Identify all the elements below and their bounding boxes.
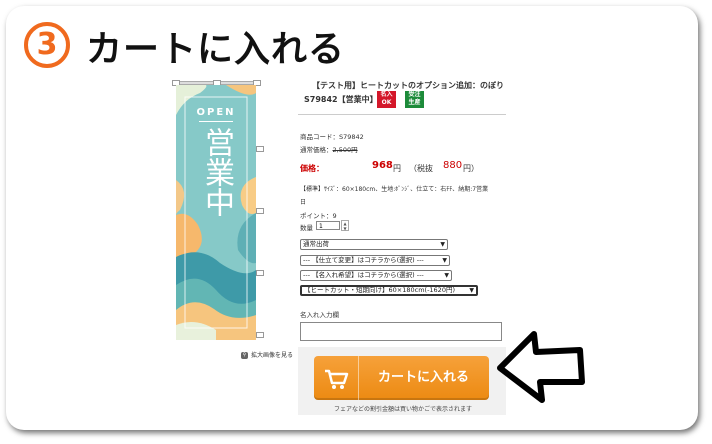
product-name: 【テスト用】ヒートカットのオプション追加：のぼり — [312, 81, 504, 90]
tailoring-select[interactable]: --- 【仕立て変更】はコチラから(選択) --- ▼ — [300, 255, 450, 266]
spec-text-cont: 日 — [300, 199, 307, 206]
made-to-order-badge: 受注 生産 — [405, 91, 424, 108]
price-unit: 円 — [393, 164, 401, 173]
divider — [298, 114, 506, 115]
regular-price: 2,500円 — [332, 146, 358, 154]
regular-price-label: 通常価格： — [300, 146, 333, 154]
magnifier-icon: ⚲ — [241, 352, 248, 359]
step-number-badge: 3 — [24, 22, 70, 68]
heat-cut-select[interactable]: 【ヒートカット・短期向け】60×180cm(-1620円) ▼ — [300, 285, 478, 296]
qty-label: 数量 — [300, 224, 313, 232]
banner-divider — [199, 121, 233, 122]
points: ポイント：9 — [300, 212, 337, 220]
name-ok-badge-label: 名入 OK — [380, 91, 393, 106]
product-code-title: S79842【営業中】 — [304, 95, 378, 104]
step-title: カートに入れる — [86, 29, 346, 70]
tax-label: （税抜 — [409, 164, 433, 173]
banner-open-text: OPEN — [196, 107, 236, 118]
chevron-down-icon: ▼ — [440, 241, 445, 248]
add-to-cart-button[interactable]: カートに入れる — [314, 356, 489, 400]
name-input-label: 名入れ入力欄 — [300, 311, 339, 319]
regular-price-row: 通常価格：2,500円 — [300, 144, 358, 154]
zoom-image-link[interactable]: ⚲ 拡大画像を見る — [241, 350, 293, 359]
item-code: 商品コード：S79842 — [300, 133, 364, 141]
price-label: 価格： — [300, 164, 324, 173]
pole-ring — [256, 208, 264, 214]
name-input-field[interactable] — [300, 322, 502, 341]
pointer-arrow-icon — [497, 331, 585, 403]
pole-ring — [256, 146, 264, 152]
name-print-select[interactable]: --- 【名入れ希望】はコチラから(選択) --- ▼ — [300, 270, 452, 281]
heat-cut-select-value: 【ヒートカット・短期向け】60×180cm(-1620円) — [304, 286, 455, 294]
price-incl-tax: 968 — [372, 160, 393, 171]
banner-main-label: 営業中 — [199, 127, 234, 217]
pole-ring — [256, 332, 264, 338]
price-excl-tax: 880 — [443, 160, 463, 171]
cart-note: フェアなどの割引金額は買い物かごで表示されます — [334, 406, 473, 413]
zoom-link-label: 拡大画像を見る — [251, 352, 294, 359]
quantity-stepper[interactable]: ▲ ▼ — [341, 220, 349, 231]
banner-main-text: 営業中 — [176, 127, 256, 217]
chevron-down-icon: ▼ — [444, 272, 449, 279]
name-ok-badge: 名入 OK — [377, 91, 396, 108]
pole-ring — [256, 270, 264, 276]
shipping-select[interactable]: 通常出荷 ▼ — [300, 239, 448, 250]
chevron-down-icon: ▼ — [442, 257, 447, 264]
cart-icon — [314, 356, 359, 400]
shipping-select-value: 通常出荷 — [303, 240, 329, 248]
tailoring-select-value: --- 【仕立て変更】はコチラから(選択) --- — [303, 256, 424, 264]
spec-text: 【標準】ｻｲｽﾞ：60×180cm、生地:ﾎﾟﾝｼﾞ、仕立て：右ﾁﾁ、納期:7営… — [300, 186, 489, 193]
product-image[interactable]: OPEN 営業中 — [176, 85, 256, 340]
price-excl-unit: 円） — [463, 164, 479, 173]
made-to-order-badge-label: 受注 生産 — [408, 91, 421, 106]
add-to-cart-label: カートに入れる — [377, 370, 469, 385]
name-print-select-value: --- 【名入れ希望】はコチラから(選択) --- — [303, 271, 424, 279]
chevron-down-icon: ▼ — [469, 287, 474, 294]
quantity-input[interactable]: 1 — [316, 221, 340, 230]
